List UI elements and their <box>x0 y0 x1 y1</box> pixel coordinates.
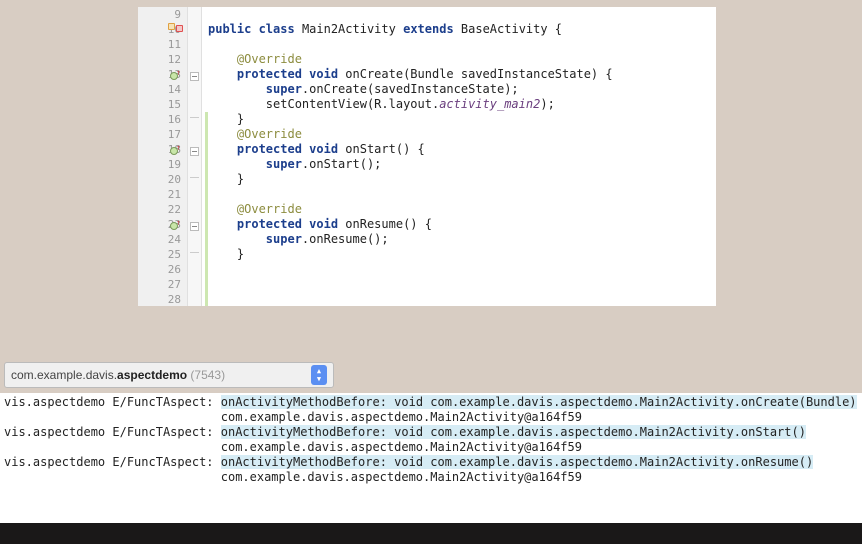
line-number[interactable]: 21 <box>138 187 187 202</box>
overrides-icon[interactable] <box>170 145 179 154</box>
class-icon <box>168 27 182 33</box>
line-number[interactable]: 10 <box>138 22 187 37</box>
code-line[interactable] <box>208 7 716 22</box>
line-number[interactable]: 18 <box>138 142 187 157</box>
line-number[interactable]: 19 <box>138 157 187 172</box>
code-line[interactable]: public class Main2Activity extends BaseA… <box>208 22 716 37</box>
code-line[interactable] <box>208 277 716 292</box>
line-number[interactable]: 28 <box>138 292 187 307</box>
log-line[interactable]: com.example.davis.aspectdemo.Main2Activi… <box>4 470 858 485</box>
code-line[interactable]: protected void onStart() { <box>208 142 716 157</box>
line-number[interactable]: 11 <box>138 37 187 52</box>
code-line[interactable]: protected void onCreate(Bundle savedInst… <box>208 67 716 82</box>
line-number[interactable]: 16 <box>138 112 187 127</box>
process-filter-label: com.example.davis.aspectdemo (7543) <box>11 368 311 382</box>
line-number[interactable]: 22 <box>138 202 187 217</box>
code-line[interactable]: super.onStart(); <box>208 157 716 172</box>
line-number[interactable]: 12 <box>138 52 187 67</box>
log-line[interactable]: vis.aspectdemo E/FuncTAspect: onActivity… <box>4 395 858 410</box>
code-line[interactable] <box>208 292 716 306</box>
code-line[interactable]: @Override <box>208 52 716 67</box>
fold-end-icon <box>190 117 199 126</box>
fold-toggle-icon[interactable] <box>190 72 199 81</box>
line-number[interactable]: 27 <box>138 277 187 292</box>
code-line[interactable]: super.onResume(); <box>208 232 716 247</box>
line-number[interactable]: 20 <box>138 172 187 187</box>
code-line[interactable]: super.onCreate(savedInstanceState); <box>208 82 716 97</box>
fold-end-icon <box>190 252 199 261</box>
line-number[interactable]: 25 <box>138 247 187 262</box>
fold-toggle-icon[interactable] <box>190 147 199 156</box>
code-area[interactable]: public class Main2Activity extends BaseA… <box>202 7 716 306</box>
log-line[interactable]: com.example.davis.aspectdemo.Main2Activi… <box>4 440 858 455</box>
stepper-icon[interactable]: ▲▼ <box>311 365 327 385</box>
overrides-icon[interactable] <box>170 70 179 79</box>
line-number[interactable]: 9 <box>138 7 187 22</box>
code-line[interactable] <box>208 37 716 52</box>
line-number[interactable]: 17 <box>138 127 187 142</box>
code-line[interactable] <box>208 262 716 277</box>
line-number[interactable]: 26 <box>138 262 187 277</box>
line-number[interactable]: 14 <box>138 82 187 97</box>
line-number[interactable]: 23 <box>138 217 187 232</box>
log-line[interactable]: vis.aspectdemo E/FuncTAspect: onActivity… <box>4 455 858 470</box>
code-editor[interactable]: 910111213141516171819202122232425262728 … <box>138 7 716 306</box>
line-number-gutter[interactable]: 910111213141516171819202122232425262728 <box>138 7 188 306</box>
code-line[interactable]: setContentView(R.layout.activity_main2); <box>208 97 716 112</box>
fold-end-icon <box>190 177 199 186</box>
line-number[interactable]: 24 <box>138 232 187 247</box>
code-line[interactable]: @Override <box>208 202 716 217</box>
line-number[interactable]: 15 <box>138 97 187 112</box>
code-line[interactable]: } <box>208 112 716 127</box>
fold-strip[interactable] <box>188 7 202 306</box>
process-filter-dropdown[interactable]: com.example.davis.aspectdemo (7543) ▲▼ <box>4 362 334 388</box>
line-number[interactable]: 13 <box>138 67 187 82</box>
code-line[interactable]: } <box>208 172 716 187</box>
logcat-output[interactable]: vis.aspectdemo E/FuncTAspect: onActivity… <box>0 393 862 523</box>
code-line[interactable]: protected void onResume() { <box>208 217 716 232</box>
fold-toggle-icon[interactable] <box>190 222 199 231</box>
code-line[interactable] <box>208 187 716 202</box>
bottom-strip <box>0 523 862 544</box>
code-line[interactable]: @Override <box>208 127 716 142</box>
overrides-icon[interactable] <box>170 220 179 229</box>
log-line[interactable]: com.example.davis.aspectdemo.Main2Activi… <box>4 410 858 425</box>
code-line[interactable]: } <box>208 247 716 262</box>
log-line[interactable]: vis.aspectdemo E/FuncTAspect: onActivity… <box>4 425 858 440</box>
